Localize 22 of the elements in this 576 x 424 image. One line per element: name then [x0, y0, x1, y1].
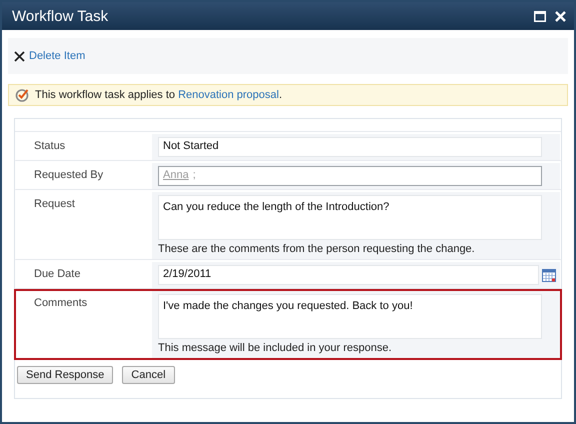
date-field[interactable]: 2/19/2011	[158, 265, 539, 285]
calendar-icon[interactable]	[542, 268, 556, 282]
field-label: Status	[34, 140, 66, 152]
field-label: Comments	[34, 297, 88, 309]
info-message: This workflow task applies to Renovation proposal.	[35, 89, 282, 101]
field-label: Request	[34, 198, 75, 210]
maximize-icon[interactable]	[534, 10, 546, 22]
cancel-button[interactable]: Cancel	[122, 366, 175, 384]
status-field[interactable]: Not Started	[158, 137, 542, 157]
close-icon[interactable]	[555, 10, 566, 22]
send-response-button[interactable]: Send Response	[17, 366, 114, 384]
field-label: Due Date	[34, 268, 80, 280]
renovation-proposal-link[interactable]: Renovation proposal	[178, 89, 279, 101]
window-title: Workflow Task	[12, 8, 108, 24]
comment-textarea[interactable]: Can you reduce the length of the Introduction?	[158, 195, 542, 240]
field-hint: These are the comments from the person requesting the change.	[158, 242, 476, 256]
comment-textarea[interactable]: I've made the changes you requested. Back to you!	[158, 294, 542, 339]
task-check-icon	[15, 88, 29, 102]
field-label: Requested By	[34, 169, 104, 181]
x-icon	[14, 50, 25, 62]
field-hint: This message will be included in your response.	[158, 341, 393, 355]
delete-item-link[interactable]: Delete Item	[14, 50, 86, 62]
